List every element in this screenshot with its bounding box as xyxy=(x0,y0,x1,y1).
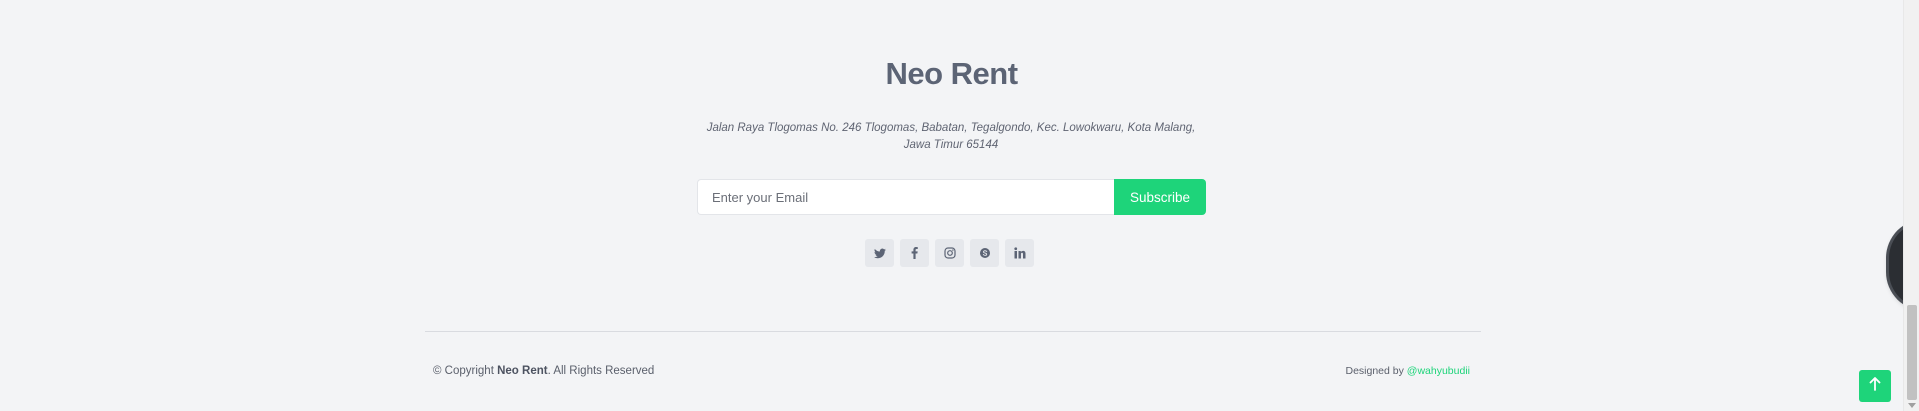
linkedin-icon xyxy=(1013,247,1026,259)
instagram-icon xyxy=(943,247,956,259)
subscribe-button[interactable]: Subscribe xyxy=(1114,179,1206,215)
credits-prefix: Designed by xyxy=(1345,365,1407,377)
copyright-prefix: © Copyright xyxy=(433,365,498,377)
facebook-link[interactable] xyxy=(900,239,929,267)
author-link[interactable]: @wahyubudii xyxy=(1407,365,1470,377)
twitter-link[interactable] xyxy=(865,239,894,267)
back-to-top-button[interactable] xyxy=(1859,370,1891,402)
linkedin-link[interactable] xyxy=(1005,239,1034,267)
copyright-suffix: . All Rights Reserved xyxy=(547,365,655,377)
skype-icon xyxy=(979,247,991,259)
newsletter-form: Subscribe xyxy=(697,179,1206,215)
scrollbar-thumb[interactable] xyxy=(1907,305,1917,400)
instagram-link[interactable] xyxy=(935,239,964,267)
copyright-brand: Neo Rent xyxy=(497,365,548,377)
skype-link[interactable] xyxy=(970,239,999,267)
page: Neo Rent Jalan Raya Tlogomas No. 246 Tlo… xyxy=(0,0,1919,411)
copyright-text: © Copyright Neo Rent. All Rights Reserve… xyxy=(433,365,654,377)
vertical-scrollbar[interactable] xyxy=(1903,0,1919,411)
footer-address: Jalan Raya Tlogomas No. 246 Tlogomas, Ba… xyxy=(706,122,1196,151)
scroll-down-arrow-icon[interactable] xyxy=(1908,403,1916,408)
footer-divider xyxy=(425,331,1481,332)
footer-brand-title: Neo Rent xyxy=(885,56,1018,91)
credits-text: Designed by @wahyubudii xyxy=(1346,365,1471,377)
social-links xyxy=(865,239,1034,267)
email-input[interactable] xyxy=(697,179,1114,215)
twitter-icon xyxy=(873,248,886,259)
facebook-icon xyxy=(911,247,918,259)
arrow-up-icon xyxy=(1869,376,1881,396)
